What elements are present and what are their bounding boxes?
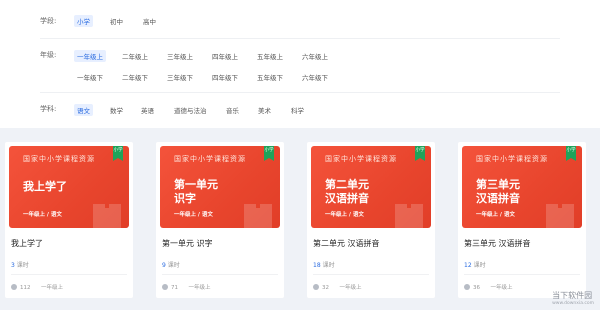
subject-option-science[interactable]: 科学 [288, 104, 307, 116]
view-count: 36 [473, 285, 480, 291]
stage-option-high[interactable]: 高中 [140, 15, 159, 27]
subject-option-morality-law[interactable]: 道德与法治 [171, 104, 210, 116]
primary-tag-label: 小学 [264, 148, 274, 153]
course-card[interactable]: 国家中小学课程资源 小学 我上学了 一年级上 / 语文 我上学了 3 课时 11… [5, 142, 133, 298]
course-cover[interactable]: 国家中小学课程资源 小学 第一单元 识字 一年级上 / 语文 [160, 146, 280, 228]
lesson-count: 3 课时 [11, 262, 29, 269]
book-icon [395, 204, 423, 228]
grade-option-3a[interactable]: 三年级上 [164, 50, 196, 62]
card-grade: 一年级上 [339, 285, 362, 291]
book-icon [93, 204, 121, 228]
subject-option-art[interactable]: 美术 [255, 104, 274, 116]
grade-option-3b[interactable]: 三年级下 [164, 71, 196, 83]
primary-tag-label: 小学 [415, 148, 425, 153]
watermark-url: www.downxia.com [552, 301, 594, 306]
grade-option-4b[interactable]: 四年级下 [209, 71, 241, 83]
cover-grade: 一年级上 / 语文 [325, 212, 364, 218]
cover-title-line2: 汉语拼音 [325, 192, 369, 205]
grade-option-1b[interactable]: 一年级下 [74, 71, 106, 83]
subject-option-english[interactable]: 英语 [138, 104, 157, 116]
primary-tag: 小学 [113, 146, 123, 161]
card-grade: 一年级上 [188, 285, 211, 291]
card-grade: 一年级上 [41, 285, 64, 291]
card-meta: 32 一年级上 [313, 283, 362, 291]
subject-option-math[interactable]: 数学 [107, 104, 126, 116]
primary-tag: 小学 [264, 146, 274, 161]
grade-option-6b[interactable]: 六年级下 [299, 71, 331, 83]
cover-brand: 国家中小学课程资源 [325, 155, 397, 163]
stage-label: 学段: [40, 17, 57, 25]
lesson-count: 9 课时 [162, 262, 180, 269]
grade-option-1a[interactable]: 一年级上 [74, 50, 106, 62]
grade-option-4a[interactable]: 四年级上 [209, 50, 241, 62]
view-count: 32 [322, 285, 329, 291]
card-meta: 71 一年级上 [162, 283, 211, 291]
course-card[interactable]: 国家中小学课程资源 小学 第二单元 汉语拼音 一年级上 / 语文 第二单元 汉语… [307, 142, 435, 298]
stage-option-middle[interactable]: 初中 [107, 15, 126, 27]
grade-option-2a[interactable]: 二年级上 [119, 50, 151, 62]
cover-brand: 国家中小学课程资源 [476, 155, 548, 163]
grade-option-5b[interactable]: 五年级下 [254, 71, 286, 83]
primary-tag-label: 小学 [113, 148, 123, 153]
card-meta: 112 一年级上 [11, 283, 63, 291]
primary-tag-label: 小学 [566, 148, 576, 153]
user-icon [464, 284, 470, 290]
card-divider [162, 274, 278, 275]
cover-brand: 国家中小学课程资源 [23, 155, 95, 163]
user-icon [313, 284, 319, 290]
cover-brand: 国家中小学课程资源 [174, 155, 246, 163]
course-card[interactable]: 国家中小学课程资源 小学 第一单元 识字 一年级上 / 语文 第一单元 识字 9… [156, 142, 284, 298]
view-count: 71 [171, 285, 178, 291]
primary-tag: 小学 [566, 146, 576, 161]
primary-tag: 小学 [415, 146, 425, 161]
divider [40, 92, 560, 93]
course-cover[interactable]: 国家中小学课程资源 小学 第三单元 汉语拼音 一年级上 / 语文 [462, 146, 582, 228]
card-meta: 36 一年级上 [464, 283, 513, 291]
grade-option-2b[interactable]: 二年级下 [119, 71, 151, 83]
card-grade: 一年级上 [490, 285, 513, 291]
lesson-count: 18 课时 [313, 262, 335, 269]
cover-title-line1: 第一单元 [174, 178, 218, 191]
subject-label: 学科: [40, 105, 57, 113]
grade-label: 年级: [40, 51, 57, 59]
cover-title-line1: 第二单元 [325, 178, 369, 191]
subject-option-chinese[interactable]: 语文 [74, 104, 93, 116]
course-title[interactable]: 第二单元 汉语拼音 [313, 238, 380, 249]
subject-option-music[interactable]: 音乐 [223, 104, 242, 116]
cover-grade: 一年级上 / 语文 [476, 212, 515, 218]
watermark-text: 当下软件园 [552, 291, 593, 300]
cover-grade: 一年级上 / 语文 [174, 212, 213, 218]
book-icon [546, 204, 574, 228]
watermark: 当下软件园 www.downxia.com [552, 290, 594, 306]
stage-option-primary[interactable]: 小学 [74, 15, 93, 27]
user-icon [11, 284, 17, 290]
view-count: 112 [20, 285, 31, 291]
cover-title-line2: 识字 [174, 192, 196, 205]
card-divider [464, 274, 580, 275]
filter-panel: 学段: 小学 初中 高中 年级: 一年级上 二年级上 三年级上 四年级上 五年级… [0, 0, 600, 128]
card-divider [11, 274, 127, 275]
grade-option-6a[interactable]: 六年级上 [299, 50, 331, 62]
course-cover[interactable]: 国家中小学课程资源 小学 我上学了 一年级上 / 语文 [9, 146, 129, 228]
cover-title-line2: 汉语拼音 [476, 192, 520, 205]
cover-title-line1: 我上学了 [23, 180, 67, 193]
course-card[interactable]: 国家中小学课程资源 小学 第三单元 汉语拼音 一年级上 / 语文 第三单元 汉语… [458, 142, 586, 298]
cover-grade: 一年级上 / 语文 [23, 212, 62, 218]
lesson-count: 12 课时 [464, 262, 486, 269]
card-divider [313, 274, 429, 275]
course-title[interactable]: 第三单元 汉语拼音 [464, 238, 531, 249]
user-icon [162, 284, 168, 290]
divider [40, 38, 560, 39]
course-title[interactable]: 我上学了 [11, 238, 43, 249]
book-icon [244, 204, 272, 228]
grade-option-5a[interactable]: 五年级上 [254, 50, 286, 62]
course-cover[interactable]: 国家中小学课程资源 小学 第二单元 汉语拼音 一年级上 / 语文 [311, 146, 431, 228]
course-title[interactable]: 第一单元 识字 [162, 238, 213, 249]
cover-title-line1: 第三单元 [476, 178, 520, 191]
